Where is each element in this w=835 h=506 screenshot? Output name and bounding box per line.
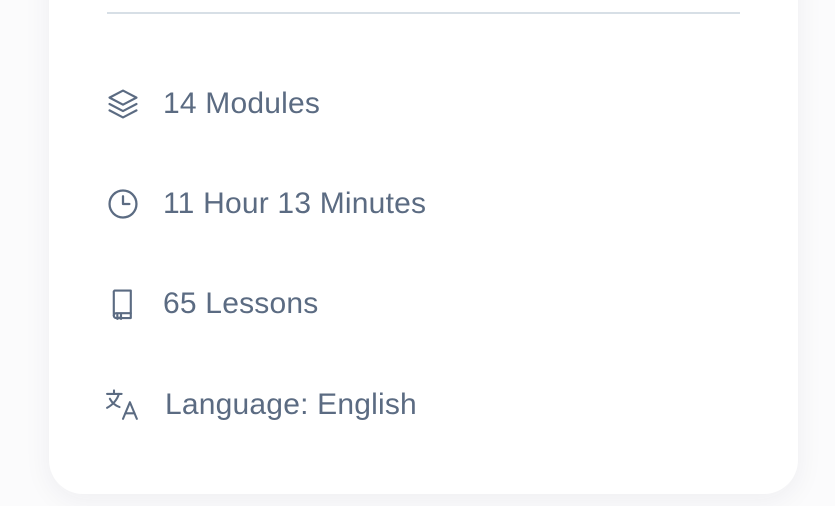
divider xyxy=(107,12,740,14)
modules-count: 14 Modules xyxy=(163,87,321,120)
lessons-count: 65 Lessons xyxy=(163,287,319,320)
course-info-language: Language: English xyxy=(105,385,417,425)
duration-text: 11 Hour 13 Minutes xyxy=(163,187,427,220)
course-info-lessons: 65 Lessons xyxy=(107,284,318,324)
course-info-modules: 14 Modules xyxy=(107,84,320,124)
book-icon xyxy=(105,286,141,322)
course-info-card: 14 Modules 11 Hour 13 Minutes 65 Lessons xyxy=(49,0,798,494)
clock-icon xyxy=(105,186,141,222)
course-info-duration: 11 Hour 13 Minutes xyxy=(107,184,426,224)
language-text: Language: English xyxy=(165,388,417,421)
layers-icon xyxy=(105,86,141,122)
translate-icon xyxy=(105,387,141,423)
